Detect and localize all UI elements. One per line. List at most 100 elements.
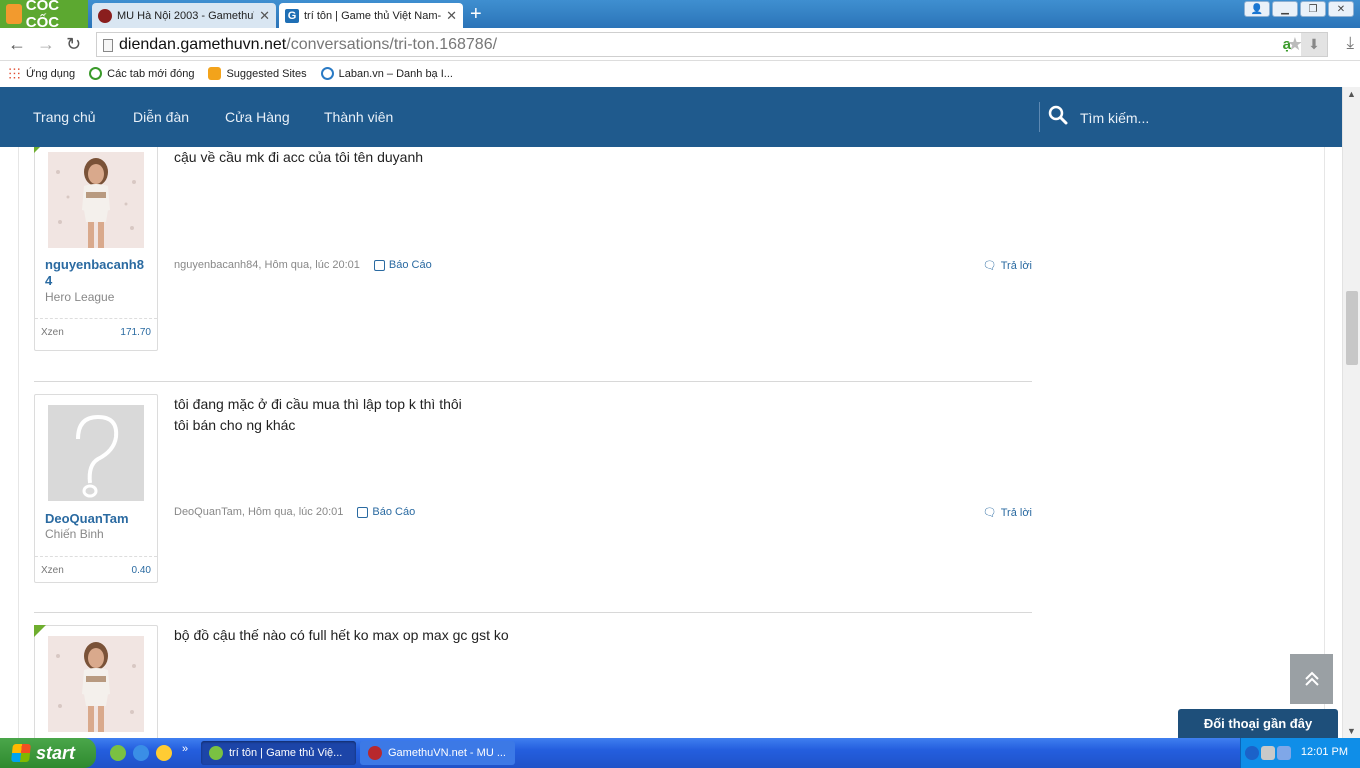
apps-grid-icon bbox=[8, 67, 21, 80]
search-icon[interactable] bbox=[1048, 105, 1068, 125]
conversation-content: nguyenbacanh84 Hero League Xzen 171.70 c… bbox=[18, 147, 1325, 738]
report-icon bbox=[373, 259, 385, 271]
reply-icon: 🗨 bbox=[982, 260, 997, 272]
bookmark-laban[interactable]: Laban.vn – Danh bạ I... bbox=[320, 67, 453, 80]
coccoc-logo-icon bbox=[6, 4, 22, 24]
username-link[interactable]: DeoQuanTam bbox=[45, 511, 145, 527]
message-body: cậu về cầu mk đi acc của tôi tên duyanh bbox=[174, 147, 423, 168]
new-tab-button[interactable]: + bbox=[470, 3, 482, 25]
stat-label: Xzen bbox=[41, 565, 64, 576]
stat-value: 171.70 bbox=[120, 327, 151, 338]
mu-window-icon bbox=[368, 746, 382, 760]
meta-author-date[interactable]: nguyenbacanh84, Hôm qua, lúc 20:01 bbox=[174, 259, 360, 271]
back-to-top-button[interactable] bbox=[1290, 654, 1333, 704]
report-icon bbox=[357, 506, 369, 518]
coccoc-quicklaunch-icon[interactable] bbox=[110, 745, 126, 761]
bookmark-suggested-sites[interactable]: Suggested Sites bbox=[208, 67, 307, 80]
nav-members[interactable]: Thành viên bbox=[324, 109, 393, 125]
corner-badge bbox=[34, 147, 46, 153]
close-tab-icon[interactable]: ✕ bbox=[446, 8, 457, 24]
address-url[interactable]: diendan.gamethuvn.net/conversations/tri-… bbox=[119, 36, 497, 54]
nav-store[interactable]: Cửa Hàng bbox=[225, 109, 290, 125]
user-info-box: DeoQuanTam Chiến Binh Xzen 0.40 bbox=[34, 394, 158, 583]
close-tab-icon[interactable]: ✕ bbox=[259, 8, 270, 24]
bookmarks-bar: Ứng dụng Các tab mới đóng Suggested Site… bbox=[0, 61, 1360, 86]
default-avatar[interactable] bbox=[48, 405, 144, 501]
report-label: Báo Cáo bbox=[372, 506, 416, 518]
meta-author-date[interactable]: DeoQuanTam, Hôm qua, lúc 20:01 bbox=[174, 506, 343, 518]
mu-favicon-icon bbox=[98, 8, 112, 23]
downloads-icon[interactable]: ⤓ bbox=[1346, 33, 1354, 53]
start-button[interactable]: start bbox=[0, 738, 96, 768]
network-icon[interactable] bbox=[1277, 746, 1291, 760]
report-button[interactable]: Báo Cáo bbox=[357, 506, 415, 518]
message-line: bộ đồ cậu thế nào có full hết ko max op … bbox=[174, 627, 509, 643]
suggested-sites-icon bbox=[208, 67, 222, 80]
laban-compass-icon bbox=[320, 67, 334, 80]
search-input[interactable] bbox=[1080, 107, 1320, 129]
post-separator bbox=[34, 612, 1032, 613]
messenger-quicklaunch-icon[interactable] bbox=[156, 745, 172, 761]
stat-label: Xzen bbox=[41, 327, 64, 338]
reply-label: Trả lời bbox=[1000, 259, 1032, 272]
address-bar[interactable]: diendan.gamethuvn.net/conversations/tri-… bbox=[96, 32, 1328, 57]
clock: 12:01 PM bbox=[1300, 746, 1348, 758]
savior-download-icon[interactable]: ⬇ bbox=[1301, 33, 1327, 56]
message-post: DeoQuanTam Chiến Binh Xzen 0.40 tôi đang… bbox=[34, 394, 1032, 614]
corner-badge bbox=[34, 625, 46, 637]
coccoc-window-icon bbox=[209, 746, 223, 760]
browser-toolbar: ← → ↻ diendan.gamethuvn.net/conversation… bbox=[0, 28, 1360, 61]
taskbar-window-tri-ton[interactable]: trí tôn | Game thủ Việ... bbox=[201, 741, 356, 765]
scrollbar-thumb[interactable] bbox=[1346, 291, 1358, 365]
message-line: tôi bán cho ng khác bbox=[174, 417, 296, 433]
ie-quicklaunch-icon[interactable] bbox=[133, 745, 149, 761]
forward-icon[interactable]: → bbox=[37, 34, 55, 55]
user-avatar[interactable] bbox=[48, 152, 144, 248]
taskbar-window-gamethuvn[interactable]: GamethuVN.net - MU ... bbox=[360, 741, 515, 765]
username-link[interactable]: nguyenbacanh84 bbox=[45, 257, 145, 289]
url-domain: diendan.gamethuvn.net bbox=[119, 36, 287, 53]
start-label: start bbox=[36, 742, 76, 763]
browser-tab-mu-hanoi[interactable]: MU Hà Nội 2003 - GamethuVN ✕ bbox=[92, 3, 276, 28]
message-meta: nguyenbacanh84, Hôm qua, lúc 20:01 Báo C… bbox=[174, 259, 432, 271]
reply-button[interactable]: 🗨 Trả lời bbox=[982, 259, 1032, 273]
restore-button[interactable]: ❐ bbox=[1300, 1, 1326, 17]
user-stat: Xzen 0.40 bbox=[35, 556, 157, 582]
reload-icon[interactable]: ↻ bbox=[66, 34, 81, 55]
reply-button[interactable]: 🗨 Trả lời bbox=[982, 506, 1032, 520]
tray-expand-icon[interactable] bbox=[1245, 746, 1259, 760]
minimize-button[interactable]: ▁ bbox=[1272, 1, 1298, 17]
message-body: bộ đồ cậu thế nào có full hết ko max op … bbox=[174, 625, 509, 646]
browser-tab-bar: CỐC CỐC MU Hà Nội 2003 - GamethuVN ✕ G t… bbox=[0, 0, 1360, 31]
scroll-down-icon[interactable]: ▼ bbox=[1347, 726, 1356, 736]
coccoc-logo[interactable]: CỐC CỐC bbox=[0, 0, 88, 31]
bookmark-label: Laban.vn – Danh bạ I... bbox=[338, 67, 453, 80]
bookmark-recent-tabs[interactable]: Các tab mới đóng bbox=[89, 67, 194, 80]
user-title: Hero League bbox=[45, 290, 115, 304]
tray-app-icon[interactable] bbox=[1261, 746, 1275, 760]
message-meta: DeoQuanTam, Hôm qua, lúc 20:01 Báo Cáo bbox=[174, 506, 415, 518]
stat-value: 0.40 bbox=[131, 565, 151, 576]
page-scrollbar[interactable]: ▲ ▼ bbox=[1342, 87, 1360, 738]
report-button[interactable]: Báo Cáo bbox=[373, 259, 432, 271]
quicklaunch-more-icon[interactable]: » bbox=[182, 743, 188, 755]
user-avatar[interactable] bbox=[48, 636, 144, 732]
reply-label: Trả lời bbox=[1000, 506, 1032, 519]
url-path: /conversations/tri-ton.168786/ bbox=[286, 36, 498, 53]
browser-tab-tri-ton[interactable]: G trí tôn | Game thủ Việt Nam- ✕ bbox=[279, 3, 463, 28]
user-info-box bbox=[34, 625, 158, 738]
window-controls: 👤 ▁ ❐ ✕ bbox=[1244, 1, 1354, 17]
scroll-up-icon[interactable]: ▲ bbox=[1347, 89, 1356, 99]
user-stat: Xzen 171.70 bbox=[35, 318, 157, 344]
back-icon[interactable]: ← bbox=[8, 34, 26, 55]
reply-icon: 🗨 bbox=[982, 507, 997, 519]
system-tray: 12:01 PM bbox=[1240, 738, 1360, 768]
recent-conversations-bar[interactable]: Đối thoại gần đây bbox=[1178, 709, 1338, 738]
close-window-button[interactable]: ✕ bbox=[1328, 1, 1354, 17]
bookmark-apps[interactable]: Ứng dụng bbox=[8, 67, 75, 80]
nav-home[interactable]: Trang chủ bbox=[33, 109, 96, 125]
bookmark-label: Ứng dụng bbox=[26, 67, 76, 80]
user-profile-icon[interactable]: 👤 bbox=[1244, 1, 1270, 17]
nav-forums[interactable]: Diễn đàn bbox=[133, 109, 189, 125]
user-title: Chiến Binh bbox=[45, 527, 104, 541]
